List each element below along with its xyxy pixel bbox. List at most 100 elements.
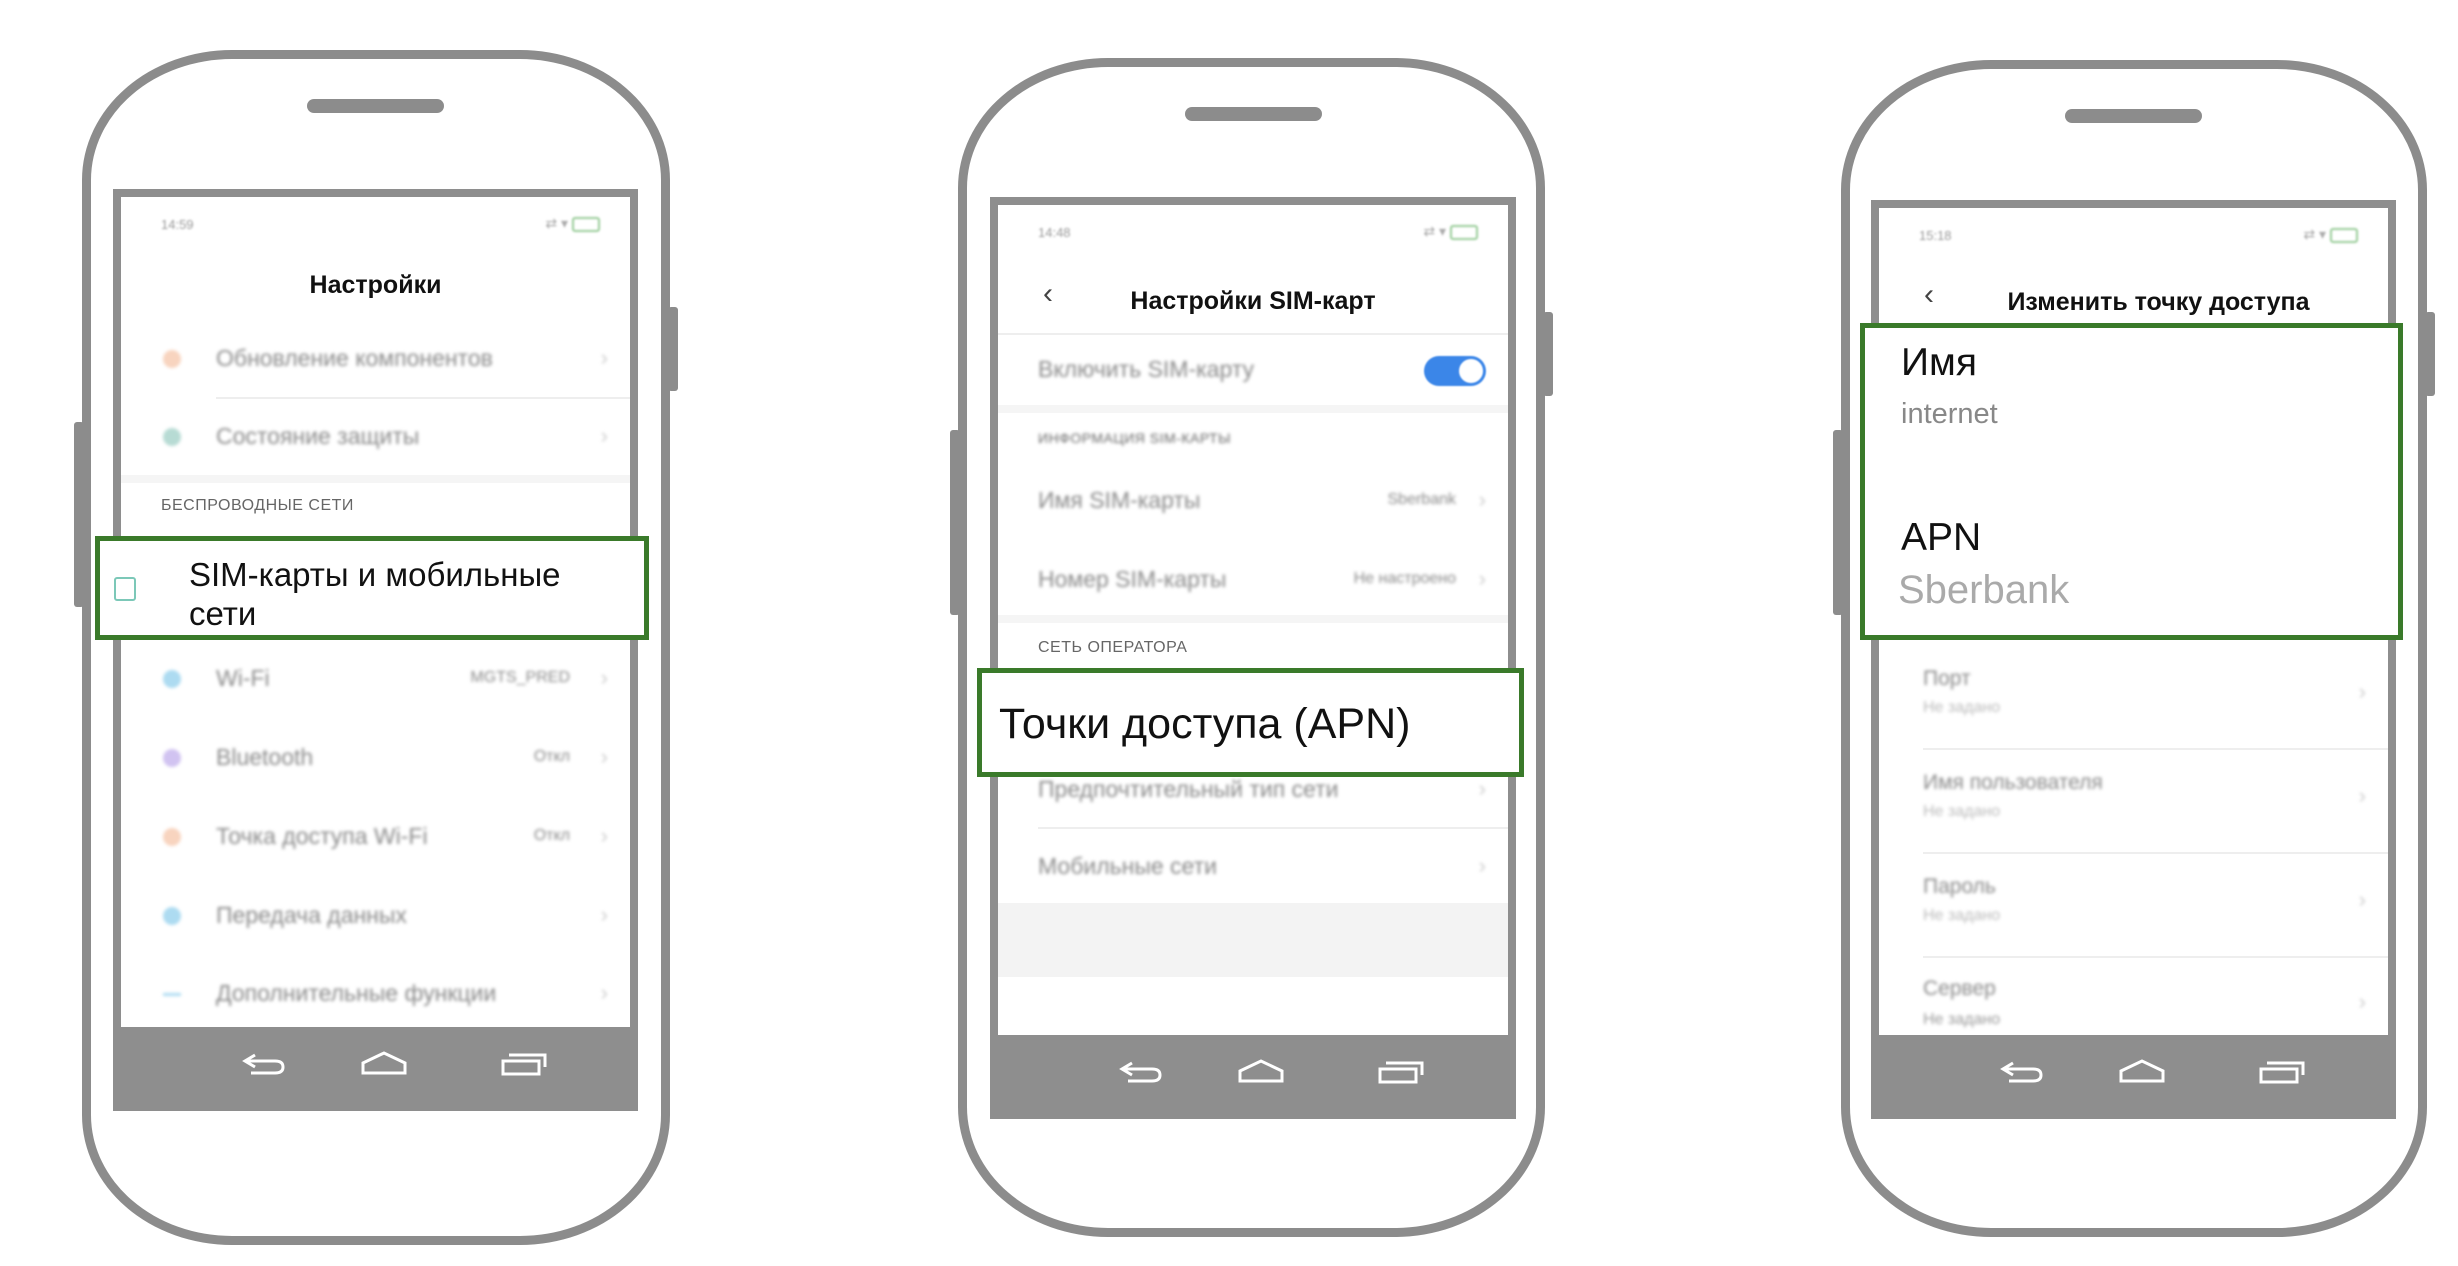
divider: [1038, 827, 1508, 829]
phone-3-side-button: [2425, 312, 2435, 396]
phone-2-speaker: [1185, 107, 1322, 121]
settings-item-data-usage[interactable]: Передача данных ›: [121, 896, 630, 936]
item-value: Откл: [533, 827, 570, 844]
section-gap: [998, 405, 1508, 413]
mobile-networks-row[interactable]: Мобильные сети ›: [998, 847, 1508, 887]
section-gap: [998, 615, 1508, 623]
page-title: Настройки SIM-карт: [1130, 287, 1376, 315]
apn-field-password[interactable]: Пароль Не задано ›: [1879, 871, 2388, 931]
chevron-right-icon: ›: [600, 902, 608, 927]
sim-number-row[interactable]: Номер SIM-карты Не настроено ›: [998, 560, 1508, 600]
phone-3-side-button-left: [1833, 430, 1843, 615]
phone-1-screen: 14:59 ⇄ ▾ Настройки Обновление компонент…: [113, 189, 638, 1111]
item-value: MGTS_PRED: [470, 669, 570, 686]
phone-2-screen: 14:48 ⇄ ▾ ‹ Настройки SIM-карт Включить …: [990, 197, 1516, 1119]
highlighted-apn-fields: Имя internet APN Sberbank: [1860, 323, 2403, 640]
nav-bar: [121, 1027, 630, 1103]
highlighted-item-apn[interactable]: Точки доступа (APN): [977, 668, 1524, 777]
divider: [1923, 748, 2388, 750]
phone-2-side-button: [1543, 312, 1553, 396]
home-nav-icon[interactable]: [1238, 1057, 1284, 1085]
empty-area: [998, 903, 1508, 977]
recent-apps-nav-icon[interactable]: [501, 1049, 547, 1077]
chevron-right-icon: ›: [600, 980, 608, 1005]
item-label: Состояние защиты: [216, 423, 420, 449]
chevron-right-icon: ›: [600, 823, 608, 848]
phone-1-speaker: [307, 99, 444, 113]
item-label: Номер SIM-карты: [1038, 566, 1227, 592]
apn-field-port[interactable]: Порт Не задано ›: [1879, 663, 2388, 723]
settings-item-protection[interactable]: Состояние защиты ›: [121, 417, 630, 457]
chevron-right-icon: ›: [2358, 989, 2366, 1014]
chevron-right-icon: ›: [600, 423, 608, 448]
settings-item-updates[interactable]: Обновление компонентов ›: [121, 339, 630, 379]
item-label: Wi-Fi: [216, 665, 270, 691]
battery-icon: [1450, 224, 1478, 240]
field-value: Не задано: [1923, 907, 2001, 924]
recent-apps-nav-icon[interactable]: [1378, 1057, 1424, 1085]
item-label: Bluetooth: [216, 744, 314, 770]
battery-icon: [572, 216, 600, 232]
bluetooth-icon: [163, 749, 181, 767]
field-label: Сервер: [1923, 977, 1996, 1000]
item-label: Предпочтительный тип сети: [1038, 776, 1339, 802]
field-label: Имя: [1901, 341, 1977, 384]
item-label: Мобильные сети: [1038, 853, 1217, 879]
home-nav-icon[interactable]: [2119, 1057, 2165, 1085]
settings-item-hotspot[interactable]: Точка доступа Wi-Fi Откл ›: [121, 817, 630, 857]
apn-field-username[interactable]: Имя пользователя Не задано ›: [1879, 767, 2388, 827]
highlighted-item-label: Точки доступа (APN): [999, 700, 1411, 748]
divider: [1923, 956, 2388, 958]
item-label: Точка доступа Wi-Fi: [216, 823, 428, 849]
field-value: Не задано: [1923, 1011, 2001, 1028]
update-icon: [163, 350, 181, 368]
highlighted-item-label: SIM-карты и мобильные сети: [189, 556, 561, 632]
enable-sim-toggle[interactable]: [1424, 356, 1486, 386]
field-value: internet: [1901, 398, 1998, 430]
apn-field-server[interactable]: Сервер Не задано ›: [1879, 973, 2388, 1033]
sim-cards-icon: [114, 577, 136, 601]
phone-1-side-button-left: [74, 422, 84, 607]
wifi-icon: [163, 670, 181, 688]
settings-item-wifi[interactable]: Wi-Fi MGTS_PRED ›: [121, 659, 630, 699]
settings-item-bluetooth[interactable]: Bluetooth Откл ›: [121, 738, 630, 778]
divider: [216, 397, 630, 399]
recent-apps-nav-icon[interactable]: [2259, 1057, 2305, 1085]
toggle-row-enable-sim[interactable]: Включить SIM-карту: [998, 350, 1508, 390]
chevron-right-icon: ›: [2358, 887, 2366, 912]
item-label: Передача данных: [216, 902, 407, 928]
divider: [998, 333, 1508, 335]
back-nav-icon[interactable]: [1118, 1057, 1164, 1085]
item-value: Sberbank: [1387, 491, 1457, 508]
nav-bar: [998, 1035, 1508, 1111]
toggle-label: Включить SIM-карту: [1038, 356, 1255, 382]
back-nav-icon[interactable]: [241, 1049, 287, 1077]
status-icons: ⇄ ▾: [1423, 223, 1478, 240]
back-nav-icon[interactable]: [1999, 1057, 2045, 1085]
settings-item-more[interactable]: Дополнительные функции ›: [121, 974, 630, 1014]
more-icon: [163, 993, 181, 996]
chevron-right-icon: ›: [600, 744, 608, 769]
item-label: Обновление компонентов: [216, 345, 493, 371]
item-value: Откл: [533, 748, 570, 765]
home-nav-icon[interactable]: [361, 1049, 407, 1077]
apn-field-apn[interactable]: APN Sberbank: [1865, 498, 2398, 638]
status-icons: ⇄ ▾: [2303, 226, 2358, 243]
chevron-right-icon: ›: [1478, 776, 1486, 801]
status-time: 15:18: [1919, 228, 1952, 243]
toggle-knob: [1459, 359, 1483, 383]
item-value: Не настроено: [1353, 570, 1456, 587]
chevron-right-icon: ›: [1478, 853, 1486, 878]
chevron-right-icon: ›: [2358, 783, 2366, 808]
item-label: Дополнительные функции: [216, 980, 497, 1006]
phone-1-side-button: [668, 307, 678, 391]
divider: [1923, 852, 2388, 854]
section-header-sim-info: ИНФОРМАЦИЯ SIM-КАРТЫ: [1038, 430, 1232, 446]
sim-name-row[interactable]: Имя SIM-карты Sberbank ›: [998, 481, 1508, 521]
section-gap: [121, 475, 630, 483]
highlighted-item-sim-cards[interactable]: SIM-карты и мобильные сети: [95, 536, 649, 640]
chevron-right-icon: ›: [1478, 566, 1486, 591]
field-label: APN: [1901, 516, 1982, 559]
phone-2-side-button-left: [950, 430, 960, 615]
apn-field-name[interactable]: Имя internet: [1865, 328, 2398, 478]
